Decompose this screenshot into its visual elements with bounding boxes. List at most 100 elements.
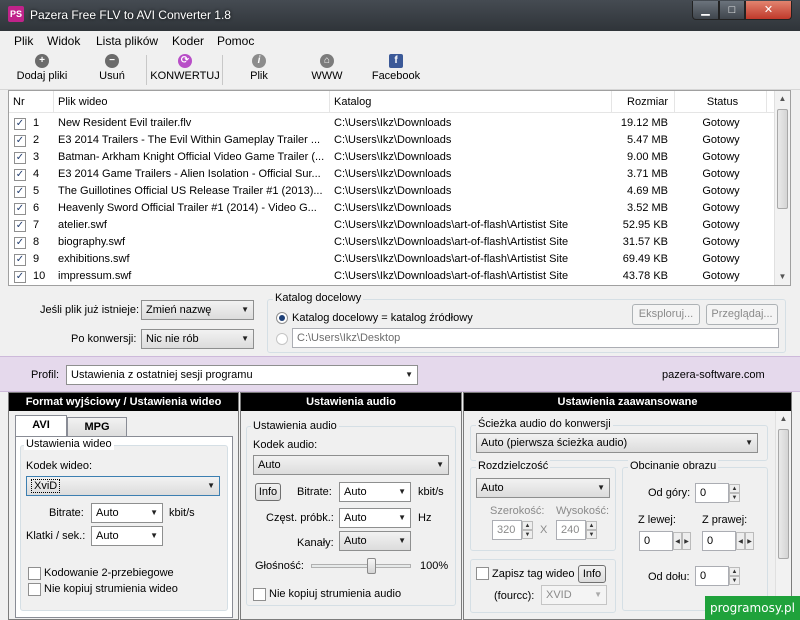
scroll-down-icon[interactable]: ▼ [775,269,790,285]
write-tag-checkbox[interactable] [476,567,489,580]
spin-up-icon[interactable]: ▲ [729,567,740,576]
browse-button[interactable]: Przeglądaj... [706,304,778,325]
row-checkbox[interactable]: ✓ [14,135,26,147]
column-header-dir[interactable]: Katalog [330,91,612,113]
write-tag-label[interactable]: Zapisz tag wideo [492,568,575,580]
audio-track-select[interactable]: Auto (pierwsza ścieżka audio) ▼ [476,433,758,453]
audio-codec-select[interactable]: Auto ▼ [253,455,449,475]
height-spinner[interactable]: ▲ ▼ [586,521,597,539]
file-info-button[interactable]: i Plik [246,54,272,82]
close-button[interactable]: ✕ [745,1,792,20]
column-header-file[interactable]: Plik wideo [54,91,330,113]
table-row[interactable]: ✓ 2 E3 2014 Trailers - The Evil Within Gam… [9,132,776,149]
scroll-up-icon[interactable]: ▲ [776,411,791,427]
custom-dir-radio[interactable] [276,333,288,345]
volume-slider-thumb[interactable] [367,558,376,574]
crop-top-input[interactable]: 0 [695,483,729,503]
scroll-thumb[interactable] [777,109,788,209]
spin-down-icon[interactable]: ▼ [729,576,740,585]
facebook-button[interactable]: f Facebook [370,54,422,82]
row-checkbox[interactable]: ✓ [14,271,26,283]
spin-up-icon[interactable]: ▲ [522,521,533,530]
column-header-status[interactable]: Status [675,91,767,113]
spin-left-icon[interactable]: ◀ [673,532,682,550]
menu-koder[interactable]: Koder [172,34,204,48]
twopass-label[interactable]: Kodowanie 2-przebiegowe [44,567,174,579]
column-header-size[interactable]: Rozmiar [612,91,675,113]
twopass-checkbox[interactable] [28,567,41,580]
video-bitrate-select[interactable]: Auto ▼ [91,503,163,523]
spin-down-icon[interactable]: ▼ [522,530,533,539]
volume-slider-track[interactable] [311,564,411,568]
add-files-button[interactable]: + Dodaj pliki [14,54,70,82]
crop-right-spinner[interactable]: ◀ ▶ [736,532,756,550]
spin-up-icon[interactable]: ▲ [586,521,597,530]
crop-top-spinner[interactable]: ▲ ▼ [729,484,740,502]
table-row[interactable]: ✓ 1 New Resident Evil trailer.flv C:\Users\… [9,115,776,132]
custom-dir-input[interactable]: C:\Users\Ikz\Desktop [292,328,779,348]
table-row[interactable]: ✓ 10 impressum.swf C:\Users\Ikz\Downloads\a… [9,268,776,285]
tab-avi[interactable]: AVI [15,415,67,437]
menu-lista-plikow[interactable]: Lista plików [96,34,158,48]
remove-button[interactable]: − Usuń [94,54,130,82]
row-checkbox[interactable]: ✓ [14,118,26,130]
www-button[interactable]: ⌂ WWW [310,54,344,82]
audio-bitrate-select[interactable]: Auto ▼ [339,482,411,502]
row-checkbox[interactable]: ✓ [14,169,26,181]
table-row[interactable]: ✓ 4 E3 2014 Game Trailers - Alien Isolatio… [9,166,776,183]
channels-select[interactable]: Auto ▼ [339,531,411,551]
spin-right-icon[interactable]: ▶ [682,532,691,550]
minimize-button[interactable]: ▁ [692,1,719,20]
if-exists-select[interactable]: Zmień nazwę ▼ [141,300,254,320]
profile-select[interactable]: Ustawienia z ostatniej sesji programu ▼ [66,365,418,385]
spin-down-icon[interactable]: ▼ [586,530,597,539]
audio-info-button[interactable]: Info [255,483,281,501]
resolution-select[interactable]: Auto ▼ [476,478,610,498]
row-checkbox[interactable]: ✓ [14,152,26,164]
advanced-scrollbar[interactable]: ▲ [775,411,791,619]
spin-up-icon[interactable]: ▲ [729,484,740,493]
menu-pomoc[interactable]: Pomoc [217,34,254,48]
convert-button[interactable]: ⟳ KONWERTUJ [150,54,220,82]
spin-left-icon[interactable]: ◀ [736,532,745,550]
menu-widok[interactable]: Widok [47,34,80,48]
spin-right-icon[interactable]: ▶ [745,532,754,550]
video-codec-select[interactable]: XviD ▼ [26,476,220,496]
crop-left-spinner[interactable]: ◀ ▶ [673,532,693,550]
crop-left-input[interactable]: 0 [639,531,673,551]
column-header-nr[interactable]: Nr [9,91,54,113]
sample-rate-select[interactable]: Auto ▼ [339,508,411,528]
row-checkbox[interactable]: ✓ [14,203,26,215]
table-row[interactable]: ✓ 5 The Guillotines Official US Release Tr… [9,183,776,200]
row-checkbox[interactable]: ✓ [14,237,26,249]
site-link[interactable]: pazera-software.com [662,369,765,381]
scroll-thumb[interactable] [778,429,789,559]
file-list[interactable]: Nr Plik wideo Katalog Rozmiar Status ✓ 1 N… [8,90,791,286]
tag-info-button[interactable]: Info [578,565,606,583]
no-copy-video-checkbox[interactable] [28,583,41,596]
crop-bottom-input[interactable]: 0 [695,566,729,586]
after-conversion-select[interactable]: Nic nie rób ▼ [141,329,254,349]
height-input[interactable]: 240 [556,520,586,540]
row-checkbox[interactable]: ✓ [14,254,26,266]
maximize-button[interactable]: □ [719,1,745,20]
no-copy-video-label[interactable]: Nie kopiuj strumienia wideo [44,583,178,595]
explore-button[interactable]: Eksploruj... [632,304,700,325]
no-copy-audio-label[interactable]: Nie kopiuj strumienia audio [269,588,401,600]
crop-right-input[interactable]: 0 [702,531,736,551]
same-dir-label[interactable]: Katalog docelowy = katalog źródłowy [292,312,473,324]
fourcc-select[interactable]: XVID ▼ [541,585,607,605]
file-list-scrollbar[interactable]: ▲ ▼ [774,91,790,285]
row-checkbox[interactable]: ✓ [14,186,26,198]
same-dir-radio[interactable] [276,312,288,324]
table-row[interactable]: ✓ 6 Heavenly Sword Official Trailer #1 (20… [9,200,776,217]
tab-mpg[interactable]: MPG [67,417,127,437]
crop-bottom-spinner[interactable]: ▲ ▼ [729,567,740,585]
table-row[interactable]: ✓ 8 biography.swf C:\Users\Ikz\Downloads\ar… [9,234,776,251]
spin-down-icon[interactable]: ▼ [729,493,740,502]
no-copy-audio-checkbox[interactable] [253,588,266,601]
menu-plik[interactable]: Plik [14,34,33,48]
width-spinner[interactable]: ▲ ▼ [522,521,533,539]
table-row[interactable]: ✓ 7 atelier.swf C:\Users\Ikz\Downloads\art-… [9,217,776,234]
fps-select[interactable]: Auto ▼ [91,526,163,546]
